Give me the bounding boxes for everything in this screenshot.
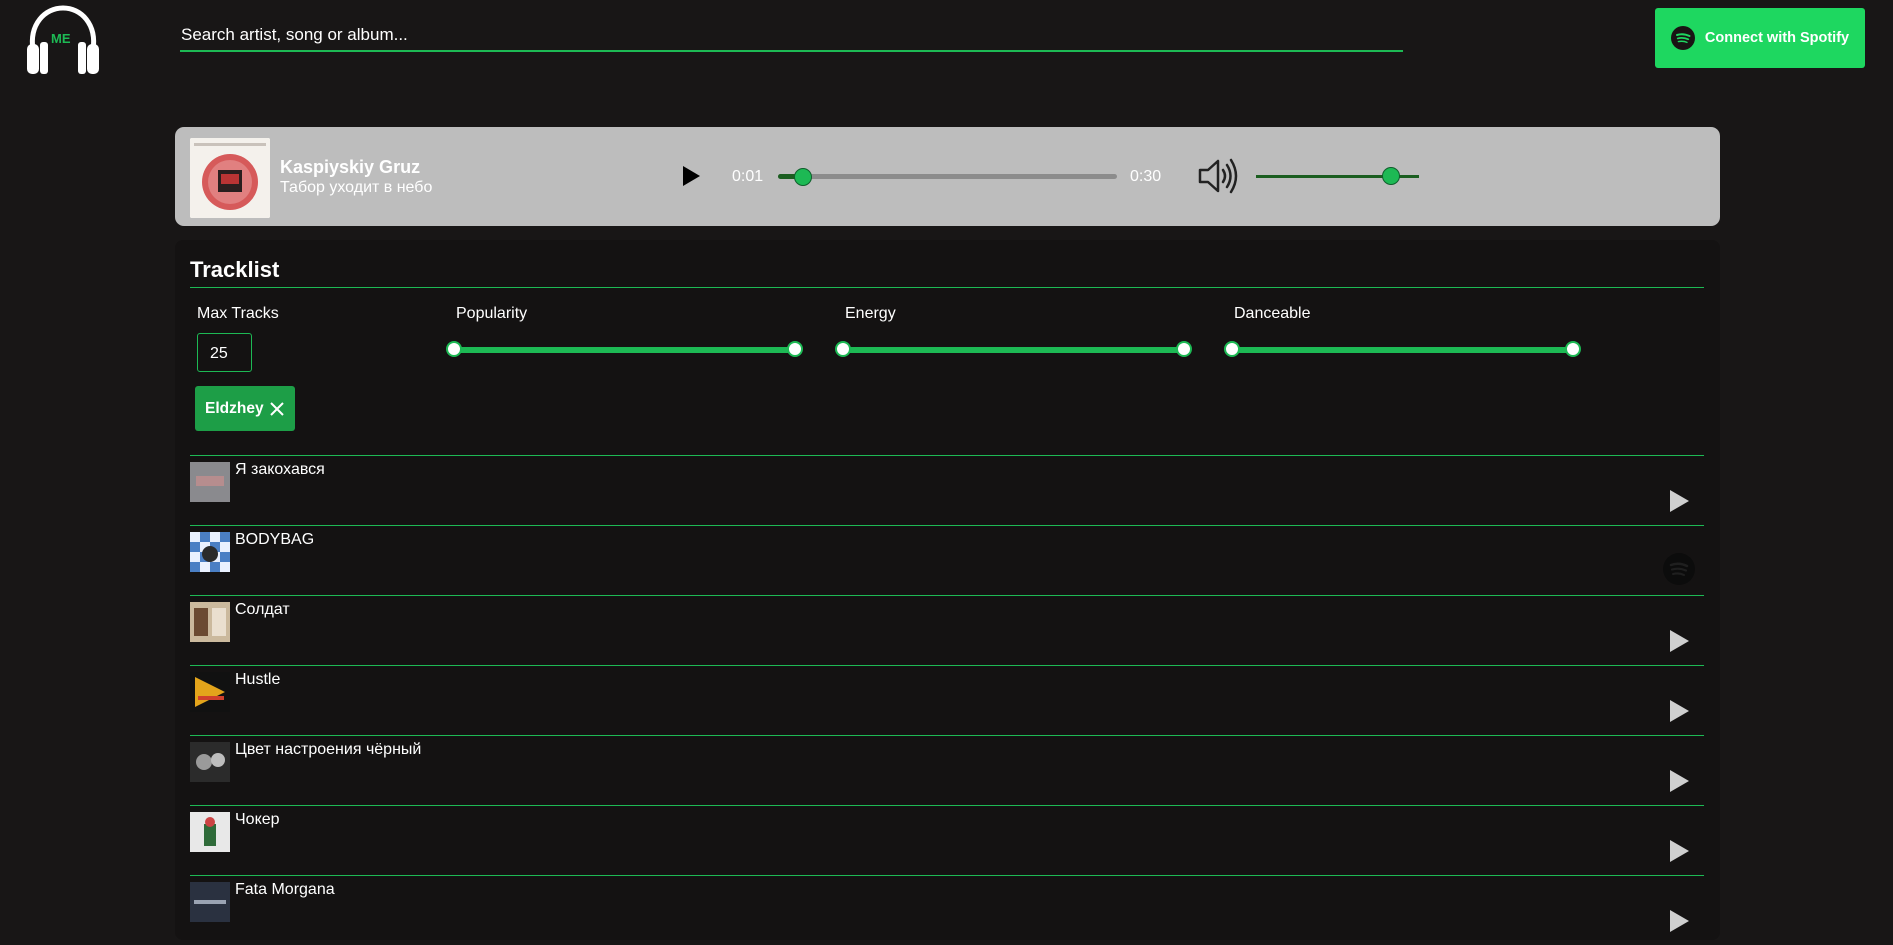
track-name: Чокер (235, 811, 280, 828)
track-thumbnail (190, 462, 230, 502)
popularity-label: Popularity (456, 305, 528, 322)
artist-filter-chip[interactable]: Eldzhey (195, 386, 295, 431)
search-input[interactable]: Search artist, song or album... (180, 22, 1403, 52)
track-name: Я закохався (235, 461, 325, 478)
spotify-icon (1670, 26, 1695, 50)
current-time: 0:01 (732, 168, 764, 185)
track-thumbnail (190, 742, 230, 782)
danceable-min-handle[interactable] (1224, 341, 1240, 357)
volume-handle[interactable] (1381, 167, 1400, 185)
volume-slider[interactable] (1256, 167, 1419, 185)
popularity-min-handle[interactable] (446, 341, 462, 357)
energy-max-handle[interactable] (1176, 341, 1192, 357)
track-name: BODYBAG (235, 531, 315, 548)
album-art (190, 138, 270, 218)
artist-chip-label: Eldzhey (205, 399, 264, 417)
now-playing-subtitle: Табор уходит в небо (280, 179, 433, 196)
track-thumbnail (190, 602, 230, 642)
danceable-range-slider[interactable] (1224, 341, 1581, 357)
play-icon[interactable] (681, 165, 701, 187)
volume-icon[interactable] (1197, 157, 1241, 195)
energy-min-handle[interactable] (835, 341, 851, 357)
tracklist-heading: Tracklist (190, 257, 1704, 288)
track-row[interactable]: BODYBAG (190, 525, 1704, 595)
track-name: Цвет настроения чёрный (235, 741, 422, 758)
play-icon[interactable] (1668, 839, 1690, 863)
app-logo[interactable]: ME (25, 4, 101, 76)
track-row[interactable]: Hustle (190, 665, 1704, 735)
track-row[interactable]: Я закохався (190, 455, 1704, 525)
danceable-max-handle[interactable] (1565, 341, 1581, 357)
track-row[interactable]: Солдат (190, 595, 1704, 665)
now-playing-bar: Kaspiyskiy Gruz Табор уходит в небо 0:01… (175, 127, 1720, 226)
max-tracks-label: Max Tracks (197, 305, 279, 322)
track-row[interactable]: Fata Morgana (190, 875, 1704, 945)
play-icon[interactable] (1668, 769, 1690, 793)
danceable-label: Danceable (1234, 305, 1311, 322)
spotify-icon[interactable] (1662, 552, 1696, 586)
track-name: Fata Morgana (235, 881, 335, 898)
energy-label: Energy (845, 305, 896, 322)
track-thumbnail (190, 532, 230, 572)
popularity-max-handle[interactable] (787, 341, 803, 357)
connect-spotify-label: Connect with Spotify (1704, 30, 1850, 46)
track-thumbnail (190, 882, 230, 922)
track-name: Солдат (235, 601, 290, 618)
play-icon[interactable] (1668, 909, 1690, 933)
track-thumbnail (190, 812, 230, 852)
energy-range-slider[interactable] (835, 341, 1192, 357)
track-row[interactable]: Чокер (190, 805, 1704, 875)
popularity-range-slider[interactable] (446, 341, 803, 357)
connect-spotify-button[interactable]: Connect with Spotify (1655, 8, 1865, 68)
track-duration: 0:30 (1130, 168, 1162, 185)
max-tracks-input[interactable]: 25 (197, 333, 252, 372)
play-icon[interactable] (1668, 699, 1690, 723)
seek-bar[interactable] (778, 168, 1117, 186)
play-icon[interactable] (1668, 489, 1690, 513)
now-playing-title: Kaspiyskiy Gruz (280, 157, 421, 177)
seek-handle[interactable] (793, 168, 812, 186)
close-icon[interactable] (269, 401, 284, 416)
play-icon[interactable] (1668, 629, 1690, 653)
logo-text: ME (51, 31, 71, 46)
track-name: Hustle (235, 671, 281, 688)
track-row[interactable]: Цвет настроения чёрный (190, 735, 1704, 805)
track-thumbnail (190, 672, 230, 712)
